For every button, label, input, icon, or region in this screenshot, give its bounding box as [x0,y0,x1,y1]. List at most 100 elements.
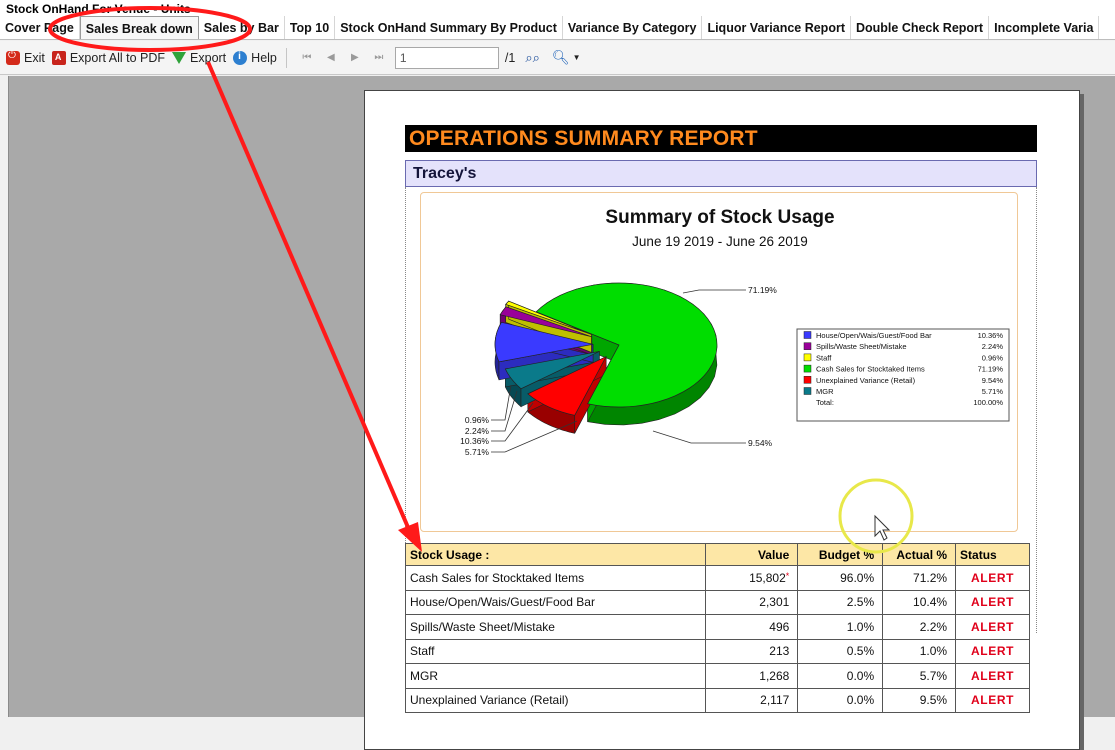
venue-name: Tracey's [405,160,1037,187]
pdf-icon [51,50,66,65]
row-value: 496 [705,614,799,640]
legend-swatch [803,331,812,339]
legend-swatch [803,353,812,362]
tab-double-check-report[interactable]: Double Check Report [851,16,990,39]
binoculars-icon[interactable]: ⌕⌕ [525,50,540,66]
help-label: Help [251,50,277,65]
row-budget: 0.0% [797,663,884,689]
row-budget: 0.5% [797,638,884,664]
row-value: 2,301 [705,589,799,615]
pie-label-unexplained: 9.54% [748,438,773,448]
header-status: Status [955,543,1030,566]
last-page-icon[interactable]: ⏭ [367,52,391,63]
table-header-row: Stock Usage : Value Budget % Actual % St… [404,543,1030,566]
exit-label: Exit [24,50,45,65]
tab-incomplete-variance[interactable]: Incomplete Varia [989,16,1100,39]
report-title: OPERATIONS SUMMARY REPORT [405,125,1037,152]
export-arrow-icon [172,51,187,64]
page-total: /1 [504,50,516,65]
row-actual: 9.5% [882,687,957,713]
previous-page-icon[interactable]: ◀ [319,52,343,63]
status-badge: ALERT [955,638,1030,664]
zoom-dropdown-chevron-icon[interactable]: ▼ [573,53,581,62]
window-title: Stock OnHand For Venue - Units [0,0,1115,16]
legend-swatch [803,387,812,395]
value-flag: * [785,570,790,581]
tab-variance-by-category[interactable]: Variance By Category [563,16,703,39]
report-toolbar: Exit Export All to PDF Export Help ⏮ ◀ ▶… [0,41,1115,75]
header-stock-usage: Stock Usage : [404,543,707,566]
exit-button[interactable]: Exit [6,47,45,69]
legend-item-label: House/Open/Wais/Guest/Food Bar [816,331,932,340]
legend-item-label: MGR [816,387,834,396]
row-actual: 10.4% [882,589,957,615]
legend-item-value: 71.19% [978,365,1004,374]
legend-swatch [803,364,812,373]
table-row: Unexplained Variance (Retail) 2,117 0.0%… [404,687,1030,713]
help-icon [233,50,248,65]
row-name: Staff [404,638,707,664]
pie-label: 0.96% [465,415,490,425]
status-badge: ALERT [955,663,1030,689]
next-page-icon[interactable]: ▶ [343,52,367,63]
table-row: Cash Sales for Stocktaked Items 15,802* … [404,565,1030,591]
row-value: 15,802* [705,565,799,591]
legend-item-label: Spills/Waste Sheet/Mistake [816,342,907,351]
export-label: Export [190,50,227,65]
header-actual: Actual % [882,543,957,566]
table-row: House/Open/Wais/Guest/Food Bar 2,301 2.5… [404,589,1030,615]
leader-line [682,289,746,294]
tab-top-10[interactable]: Top 10 [285,16,336,39]
report-page: OPERATIONS SUMMARY REPORT Tracey's Summa… [364,90,1080,750]
first-page-icon[interactable]: ⏮ [295,52,319,63]
legend-total-value: 100.00% [973,398,1003,407]
row-budget: 0.0% [797,687,884,713]
chart-subtitle: June 19 2019 - June 26 2019 [632,234,808,249]
row-name: MGR [404,663,707,689]
toolbar-separator [285,47,287,68]
status-badge: ALERT [955,589,1030,615]
tab-stock-onhand-summary[interactable]: Stock OnHand Summary By Product [335,16,563,39]
row-budget: 2.5% [797,589,884,615]
tab-sales-by-bar[interactable]: Sales by Bar [199,16,285,39]
zoom-icon[interactable]: 🔍︎ [552,49,570,66]
pie-label: 10.36% [460,436,489,446]
pie-label: 5.71% [465,447,490,457]
row-actual: 1.0% [882,638,957,664]
table-row: MGR 1,268 0.0% 5.7% ALERT [404,663,1030,689]
row-value: 213 [705,638,799,664]
pie-label-cash-sales: 71.19% [748,285,777,295]
pie-label: 2.24% [465,426,490,436]
stock-usage-chart: Summary of Stock Usage June 19 2019 - Jun… [420,192,1018,532]
row-name: Spills/Waste Sheet/Mistake [404,614,707,640]
legend-swatch [803,342,812,350]
status-badge: ALERT [955,565,1030,591]
export-all-pdf-button[interactable]: Export All to PDF [51,47,166,69]
tab-sales-break-down[interactable]: Sales Break down [79,16,199,39]
row-name: Cash Sales for Stocktaked Items [404,565,707,591]
help-button[interactable]: Help [233,47,277,69]
tab-liquor-variance-report[interactable]: Liquor Variance Report [702,16,851,39]
pie-chart-svg: Summary of Stock Usage June 19 2019 - Jun… [460,207,1010,457]
row-actual: 2.2% [882,614,957,640]
legend-item-value: 2.24% [982,342,1004,351]
page-number-input[interactable] [394,46,499,69]
row-budget: 1.0% [797,614,884,640]
legend-item-value: 0.96% [982,353,1004,362]
export-pdf-label: Export All to PDF [69,50,166,65]
report-viewer[interactable]: OPERATIONS SUMMARY REPORT Tracey's Summa… [8,76,1115,750]
export-button[interactable]: Export [172,47,226,69]
legend-swatch [803,376,812,384]
table-row: Spills/Waste Sheet/Mistake 496 1.0% 2.2%… [404,614,1030,640]
chart-title: Summary of Stock Usage [605,207,834,228]
report-tabs: Cover Page Sales Break down Sales by Bar… [0,16,1115,40]
stock-usage-table: Stock Usage : Value Budget % Actual % St… [404,543,1030,713]
legend-item-label: Cash Sales for Stocktaked Items [816,365,925,374]
row-value: 2,117 [705,687,799,713]
status-badge: ALERT [955,614,1030,640]
status-badge: ALERT [955,687,1030,713]
header-budget: Budget % [797,543,884,566]
legend-item-value: 9.54% [982,376,1004,385]
tab-cover-page[interactable]: Cover Page [0,16,80,39]
row-budget: 96.0% [797,565,884,591]
